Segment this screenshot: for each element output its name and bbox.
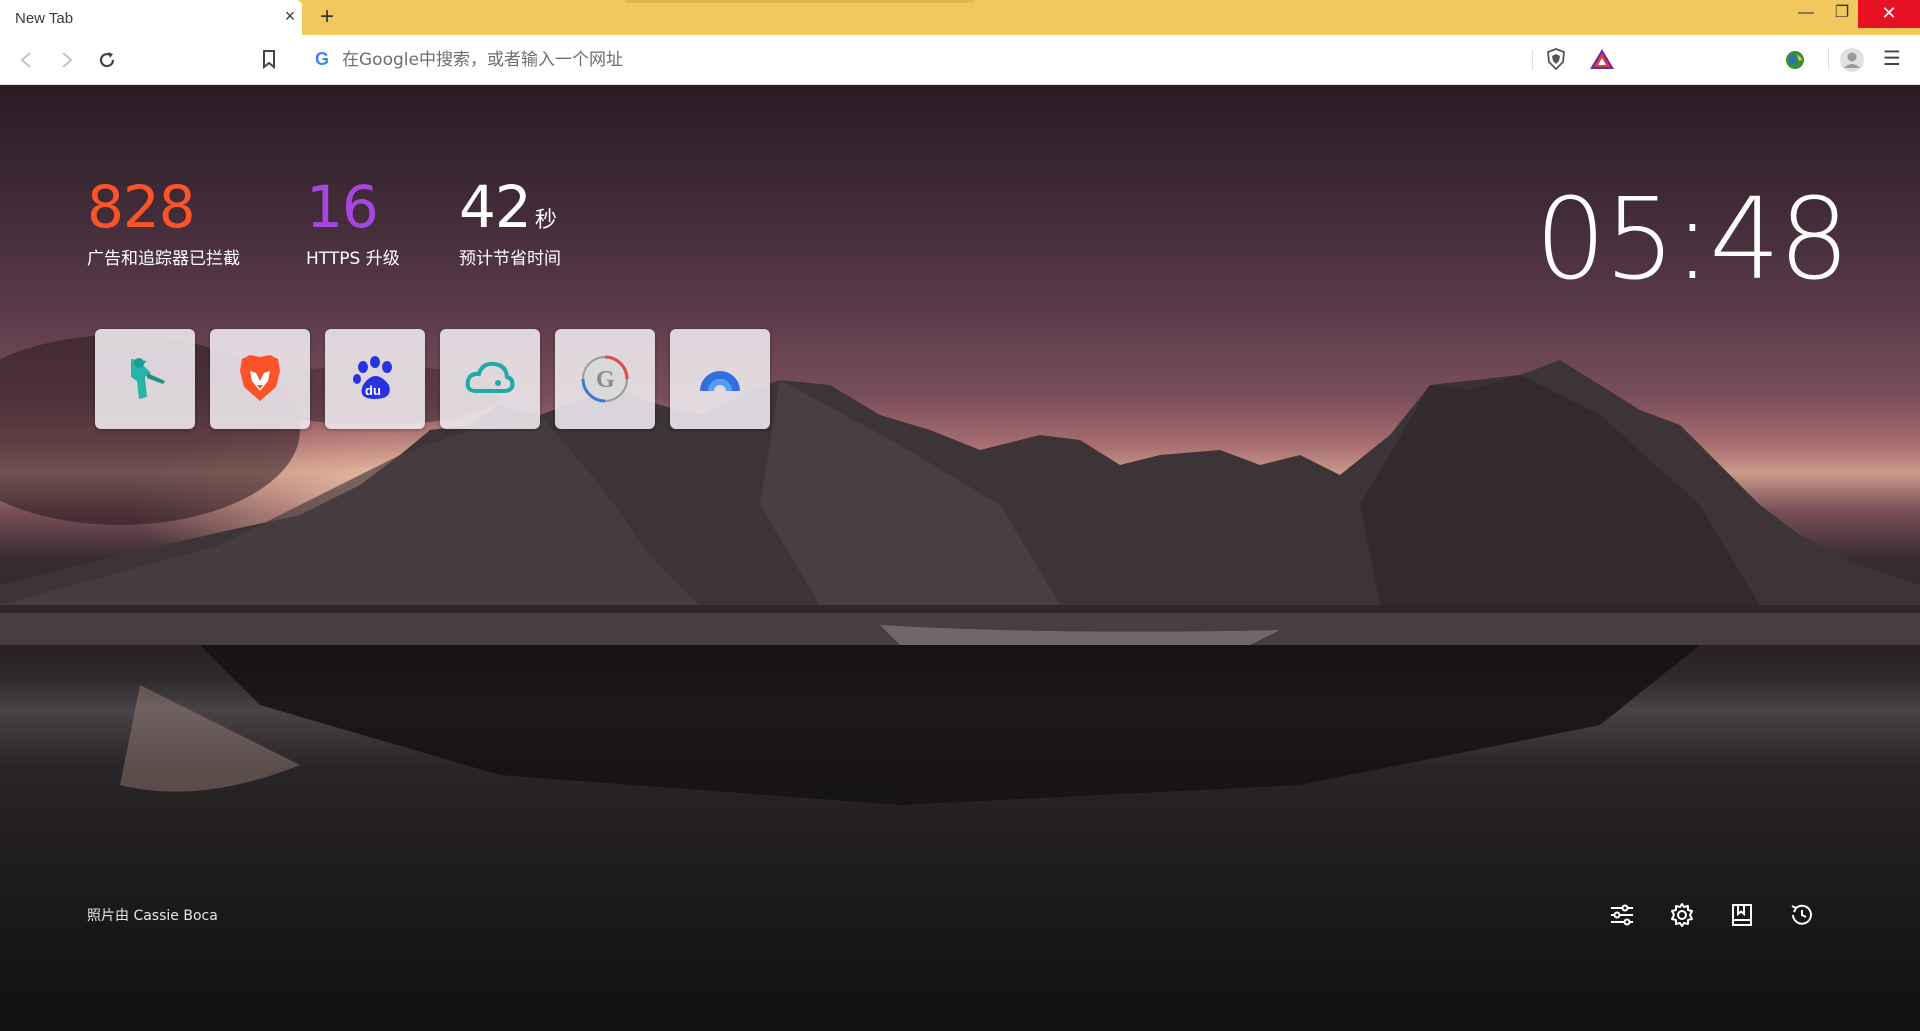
customize-button[interactable] bbox=[1606, 899, 1638, 931]
tab-title: New Tab bbox=[15, 10, 74, 27]
settings-button[interactable] bbox=[1666, 899, 1698, 931]
svg-text:du: du bbox=[365, 383, 381, 398]
stat-ads-blocked: 828 广告和追踪器已拦截 bbox=[87, 178, 240, 269]
mountain-reflection bbox=[200, 645, 1700, 805]
back-arrow-icon bbox=[20, 52, 31, 68]
ads-blocked-label: 广告和追踪器已拦截 bbox=[87, 249, 240, 269]
top-site-tile[interactable]: du bbox=[325, 329, 425, 429]
reload-button[interactable] bbox=[94, 47, 120, 73]
bookmark-page-button[interactable] bbox=[256, 46, 282, 72]
ads-blocked-count: 828 bbox=[87, 173, 196, 241]
photo-credit[interactable]: 照片由 Cassie Boca bbox=[87, 905, 218, 925]
new-tab-button[interactable]: + bbox=[314, 5, 340, 29]
avatar-icon bbox=[1840, 48, 1864, 72]
bookmarks-icon bbox=[1732, 904, 1752, 926]
drag-region bbox=[625, 0, 973, 3]
top-site-tile[interactable] bbox=[95, 329, 195, 429]
https-upgrades-label: HTTPS 升级 bbox=[306, 249, 400, 269]
globe-icon: G bbox=[581, 355, 629, 403]
top-site-tile[interactable] bbox=[440, 329, 540, 429]
minimize-button[interactable]: — bbox=[1786, 0, 1826, 28]
brave-shield-icon bbox=[1547, 48, 1565, 71]
history-button[interactable] bbox=[1786, 899, 1818, 931]
reload-icon bbox=[99, 52, 115, 68]
bookmark-icon bbox=[263, 50, 275, 70]
extension-button[interactable] bbox=[1782, 47, 1808, 73]
address-input[interactable] bbox=[340, 45, 1524, 75]
settings-gear-icon bbox=[1671, 903, 1693, 927]
time-saved-value: 42 bbox=[459, 173, 532, 241]
profile-button[interactable] bbox=[1838, 46, 1866, 74]
top-site-tile[interactable]: G bbox=[555, 329, 655, 429]
time-saved-label: 预计节省时间 bbox=[459, 249, 561, 269]
extension-globe-icon bbox=[1786, 51, 1804, 69]
forward-button[interactable] bbox=[54, 47, 80, 73]
top-site-tile[interactable] bbox=[670, 329, 770, 429]
cloud-icon bbox=[465, 361, 515, 393]
top-site-tile[interactable] bbox=[210, 329, 310, 429]
google-g-icon: G bbox=[314, 49, 329, 69]
clock: 05:48 bbox=[1535, 175, 1850, 305]
tab-new-tab[interactable]: New Tab × bbox=[0, 0, 302, 35]
close-window-button[interactable]: ✕ bbox=[1858, 0, 1920, 28]
customize-icon bbox=[1611, 904, 1633, 926]
history-clock-icon bbox=[1791, 904, 1812, 925]
back-button[interactable] bbox=[14, 47, 40, 73]
tab-strip: New Tab × + — ❐ ✕ bbox=[0, 0, 1920, 35]
maximize-button[interactable]: ❐ bbox=[1822, 0, 1862, 28]
address-bar[interactable]: G bbox=[302, 42, 1624, 76]
stat-https-upgrades: 16 HTTPS 升级 bbox=[306, 178, 400, 269]
baidu-paw-icon: du bbox=[353, 356, 392, 399]
arc-icon bbox=[700, 371, 740, 391]
rewards-triangle-icon bbox=[1590, 49, 1614, 69]
time-saved-unit: 秒 bbox=[534, 208, 557, 233]
https-upgrades-count: 16 bbox=[306, 173, 379, 241]
menu-icon[interactable]: ☰ bbox=[1880, 47, 1904, 71]
svg-text:G: G bbox=[596, 367, 615, 393]
tab-close-icon[interactable]: × bbox=[280, 6, 300, 26]
brave-rewards-button[interactable] bbox=[1588, 47, 1616, 71]
forward-arrow-icon bbox=[62, 52, 73, 68]
bookmarks-button[interactable] bbox=[1726, 899, 1758, 931]
omnibox-divider bbox=[1532, 50, 1533, 70]
toolbar-divider bbox=[1828, 49, 1829, 69]
tile-1-icon bbox=[131, 358, 165, 399]
brave-shields-button[interactable] bbox=[1544, 47, 1568, 71]
stat-time-saved: 42 秒 预计节省时间 bbox=[459, 178, 561, 269]
brave-lion-icon bbox=[240, 355, 280, 401]
browser-window: New Tab × + — ❐ ✕ G 在Google中搜索，或者输入一个网址 … bbox=[0, 0, 1920, 1031]
new-tab-page: 828 广告和追踪器已拦截 16 HTTPS 升级 42 秒 预计节省时间 05:… bbox=[0, 85, 1920, 1031]
toolbar: G 在Google中搜索，或者输入一个网址 ☰ bbox=[0, 35, 1920, 85]
